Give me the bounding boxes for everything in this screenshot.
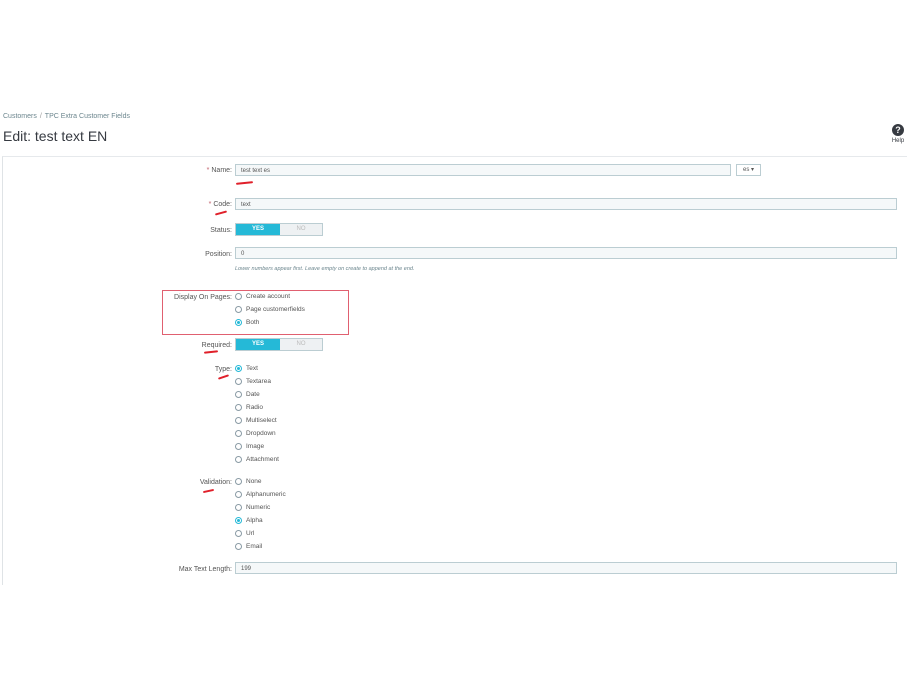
position-help-text: Lower numbers appear first. Leave empty …: [235, 266, 415, 272]
required-mark: *: [206, 167, 210, 174]
radio-type-text[interactable]: Text: [235, 365, 258, 374]
status-label: Status:: [210, 227, 232, 234]
radio-button-icon: [235, 504, 242, 511]
help-label: Help: [891, 138, 905, 144]
status-toggle[interactable]: YES NO: [235, 223, 323, 236]
radio-validation-numeric[interactable]: Numeric: [235, 504, 270, 513]
required-toggle[interactable]: YES NO: [235, 338, 323, 351]
radio-button-icon: [235, 443, 242, 450]
radio-button-checked-icon: [235, 365, 242, 372]
radio-type-textarea[interactable]: Textarea: [235, 378, 271, 387]
radio-button-icon: [235, 417, 242, 424]
radio-type-attachment[interactable]: Attachment: [235, 456, 279, 465]
radio-type-multiselect[interactable]: Multiselect: [235, 417, 277, 426]
position-input[interactable]: 0: [235, 247, 897, 259]
display-on-pages-label: Display On Pages:: [174, 294, 232, 301]
radio-page-customerfields[interactable]: Page customerfields: [235, 306, 305, 315]
page-title: Edit: test text EN: [3, 128, 108, 144]
position-label: Position:: [205, 251, 232, 258]
required-mark: *: [208, 201, 212, 208]
radio-type-radio[interactable]: Radio: [235, 404, 263, 413]
radio-button-icon: [235, 391, 242, 398]
radio-button-icon: [235, 456, 242, 463]
radio-button-checked-icon: [235, 319, 242, 326]
radio-both[interactable]: Both: [235, 319, 259, 328]
radio-validation-alpha[interactable]: Alpha: [235, 517, 263, 526]
question-circle-icon: ?: [892, 124, 904, 136]
radio-button-checked-icon: [235, 517, 242, 524]
radio-validation-url[interactable]: Url: [235, 530, 254, 539]
radio-type-date[interactable]: Date: [235, 391, 260, 400]
breadcrumb-separator: /: [39, 113, 42, 120]
radio-button-icon: [235, 478, 242, 485]
form-panel: [2, 156, 907, 585]
radio-button-icon: [235, 378, 242, 385]
help-button[interactable]: ? Help: [890, 124, 906, 144]
radio-button-icon: [235, 530, 242, 537]
code-input[interactable]: text: [235, 198, 897, 210]
radio-button-icon: [235, 306, 242, 313]
status-yes-option[interactable]: YES: [236, 224, 280, 235]
type-label: Type:: [214, 366, 232, 373]
radio-type-image[interactable]: Image: [235, 443, 264, 452]
max-text-length-label: Max Text Length:: [178, 566, 232, 573]
radio-validation-none[interactable]: None: [235, 478, 262, 487]
breadcrumb-current[interactable]: TPC Extra Customer Fields: [45, 113, 130, 120]
radio-button-icon: [235, 404, 242, 411]
code-label: * Code:: [208, 201, 232, 208]
radio-validation-email[interactable]: Email: [235, 543, 262, 552]
max-text-length-input[interactable]: 199: [235, 562, 897, 574]
required-yes-option[interactable]: YES: [236, 339, 280, 350]
radio-type-dropdown[interactable]: Dropdown: [235, 430, 276, 439]
radio-button-icon: [235, 543, 242, 550]
radio-validation-alphanumeric[interactable]: Alphanumeric: [235, 491, 286, 500]
radio-button-icon: [235, 293, 242, 300]
required-label: Required:: [201, 342, 232, 349]
radio-create-account[interactable]: Create account: [235, 293, 290, 302]
radio-button-icon: [235, 430, 242, 437]
breadcrumb-customers-link[interactable]: Customers: [3, 113, 37, 120]
required-no-option[interactable]: NO: [280, 339, 322, 350]
breadcrumb: Customers / TPC Extra Customer Fields: [3, 113, 130, 120]
radio-button-icon: [235, 491, 242, 498]
language-dropdown-button[interactable]: es ▾: [736, 164, 761, 176]
name-label: * Name:: [206, 167, 232, 174]
status-no-option[interactable]: NO: [280, 224, 322, 235]
name-input[interactable]: test text es: [235, 164, 731, 176]
validation-label: Validation:: [199, 479, 232, 486]
